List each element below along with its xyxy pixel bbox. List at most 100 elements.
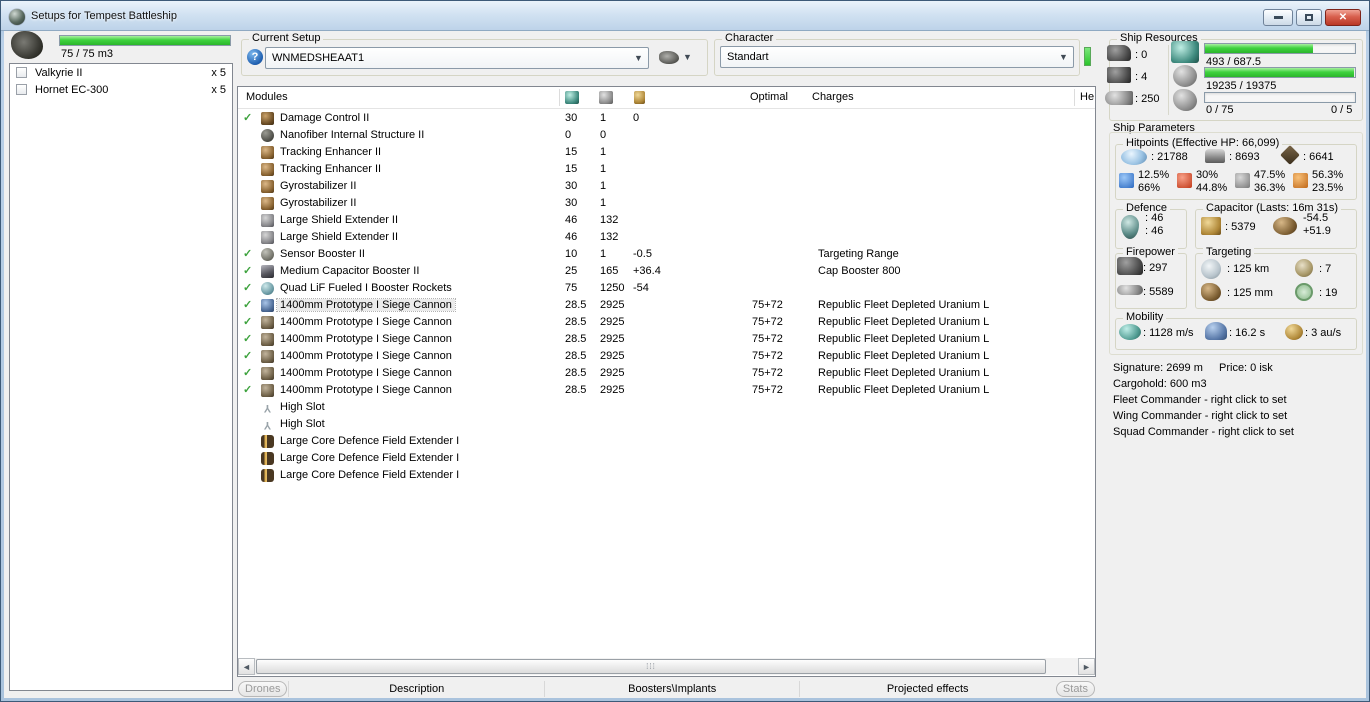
wing-commander-text[interactable]: Wing Commander - right click to set (1113, 410, 1287, 422)
align-time-icon (1205, 322, 1227, 340)
module-cpu-value: 15 (565, 163, 578, 175)
tab-boosters-implants[interactable]: Boosters\Implants (543, 680, 799, 697)
module-name: Medium Capacitor Booster II (280, 265, 420, 277)
module-row[interactable]: ✓ 1400mm Prototype I Siege Cannon 28.5 2925… (238, 348, 1095, 365)
max-targets-value: 7 (1319, 263, 1331, 275)
sensor-strength-icon (1295, 283, 1313, 301)
module-name: High Slot (280, 401, 325, 413)
current-setup-combobox[interactable]: WNMEDSHEAAT1 ▼ (265, 47, 649, 69)
module-charges-value: Republic Fleet Depleted Uranium L (818, 333, 990, 345)
horizontal-scrollbar[interactable]: ◄ ⁞⁞⁞ ► (238, 658, 1095, 675)
tracking-enhancer-icon (261, 146, 274, 159)
module-row[interactable]: Large Shield Extender II 46 132 (238, 212, 1095, 229)
module-row[interactable]: Large Shield Extender II 46 132 (238, 229, 1095, 246)
module-row[interactable]: Large Core Defence Field Extender I (238, 450, 1095, 467)
module-powergrid-value: 1 (600, 112, 607, 124)
module-row[interactable]: ✓ 1400mm Prototype I Siege Cannon 28.5 2925… (238, 314, 1095, 331)
setup-actions-button[interactable]: ▼ (659, 47, 701, 67)
module-charges-value: Republic Fleet Depleted Uranium L (818, 384, 990, 396)
module-row[interactable]: ✓ 1400mm Prototype I Siege Cannon 28.5 2925… (238, 331, 1095, 348)
chevron-down-icon[interactable]: ▼ (631, 50, 646, 66)
module-row[interactable]: ✓ Medium Capacitor Booster II 25 165 +36.4 Ca… (238, 263, 1095, 280)
drones-button[interactable]: Drones (238, 680, 288, 697)
module-powergrid-value: 1 (600, 248, 607, 260)
module-row[interactable]: ✓ Quad LiF Fueled I Booster Rockets 75 1250… (238, 280, 1095, 297)
siege-cannon-icon (261, 333, 274, 346)
drone-list: Valkyrie II x 5 Hornet EC-300 x 5 (9, 63, 233, 691)
kinetic-resist-shield: 47.5% (1254, 169, 1286, 181)
module-name: 1400mm Prototype I Siege Cannon (280, 316, 452, 328)
tab-description[interactable]: Description (288, 680, 543, 697)
module-row[interactable]: Large Core Defence Field Extender I (238, 433, 1095, 450)
module-row[interactable]: Gyrostabilizer II 30 1 (238, 178, 1095, 195)
dronebay-value: 0 / 75 (1206, 104, 1234, 116)
powergrid-value: 19235 / 19375 (1206, 80, 1277, 92)
drone-icon (1173, 89, 1197, 111)
chevron-down-icon[interactable]: ▼ (1056, 49, 1071, 65)
module-row[interactable]: ✓ 1400mm Prototype I Siege Cannon 28.5 2925… (238, 365, 1095, 382)
siege-cannon-icon (261, 350, 274, 363)
shield-extender-icon (261, 214, 274, 227)
module-optimal-value: 75+72 (752, 333, 783, 345)
fleet-commander-text[interactable]: Fleet Commander - right click to set (1113, 394, 1287, 406)
maximize-icon (1305, 14, 1313, 21)
modules-column-title: Modules (246, 91, 288, 103)
drone-checkbox[interactable] (16, 67, 27, 78)
help-icon[interactable]: ? (247, 49, 263, 65)
close-icon: ✕ (1338, 12, 1348, 23)
capacitor-drain: -54.5 (1303, 212, 1329, 224)
stats-button[interactable]: Stats (1055, 680, 1095, 697)
drone-list-item[interactable]: Hornet EC-300 x 5 (10, 81, 232, 98)
module-row[interactable]: Nanofiber Internal Structure II 0 0 (238, 127, 1095, 144)
module-cpu-value: 10 (565, 248, 578, 260)
module-row[interactable]: Gyrostabilizer II 30 1 (238, 195, 1095, 212)
mobility-title: Mobility (1123, 311, 1167, 323)
module-row[interactable]: ✓ 1400mm Prototype I Siege Cannon 28.5 2925… (238, 297, 1095, 314)
minimize-button[interactable] (1263, 9, 1293, 26)
drone-bay-bar-fill (60, 36, 230, 45)
module-powergrid-value: 165 (600, 265, 619, 277)
module-row[interactable]: Tracking Enhancer II 15 1 (238, 144, 1095, 161)
module-row[interactable]: ✓ 1400mm Prototype I Siege Cannon 28.5 2925… (238, 382, 1095, 399)
scan-resolution-value: 125 mm (1227, 287, 1273, 299)
maximize-button[interactable] (1296, 9, 1322, 26)
cap-booster-icon (261, 265, 274, 278)
drone-checkbox[interactable] (16, 84, 27, 95)
fitted-check-icon: ✓ (243, 282, 253, 294)
module-name: Quad LiF Fueled I Booster Rockets (280, 282, 452, 294)
firepower-volley-value: 5589 (1143, 286, 1173, 298)
fitted-check-icon: ✓ (243, 299, 253, 311)
scrollbar-thumb[interactable]: ⁞⁞⁞ (256, 659, 1046, 674)
rig-icon (261, 469, 274, 482)
module-name: High Slot (280, 418, 325, 430)
module-row[interactable]: High Slot (238, 416, 1095, 433)
character-combobox[interactable]: Standart ▼ (720, 46, 1074, 68)
scroll-left-button[interactable]: ◄ (238, 658, 255, 675)
module-row[interactable]: Tracking Enhancer II 15 1 (238, 161, 1095, 178)
title-bar: Setups for Tempest Battleship ✕ (1, 1, 1369, 31)
module-charges-value: Republic Fleet Depleted Uranium L (818, 367, 990, 379)
module-cpu-value: 28.5 (565, 299, 587, 311)
module-row[interactable]: ✓ Sensor Booster II 10 1 -0.5 Targeting Range (238, 246, 1095, 263)
charges-column-header: Charges (812, 91, 854, 103)
module-row[interactable]: ✓ Damage Control II 30 1 0 (238, 110, 1095, 127)
current-setup-value: WNMEDSHEAAT1 (272, 52, 365, 64)
module-name: Tracking Enhancer II (280, 163, 382, 175)
calibration-value: 250 (1135, 93, 1159, 105)
close-button[interactable]: ✕ (1325, 9, 1361, 26)
module-charges-value: Cap Booster 800 (818, 265, 901, 277)
scroll-right-button[interactable]: ► (1078, 658, 1095, 675)
drone-name: Valkyrie II (35, 66, 83, 79)
module-rows: ✓ Damage Control II 30 1 0 Nanofiber Internal… (238, 110, 1095, 656)
module-row[interactable]: High Slot (238, 399, 1095, 416)
module-row[interactable]: Large Core Defence Field Extender I (238, 467, 1095, 484)
module-optimal-value: 75+72 (752, 367, 783, 379)
tab-projected-effects[interactable]: Projected effects (799, 680, 1054, 697)
drone-list-item[interactable]: Valkyrie II x 5 (10, 64, 232, 81)
squad-commander-text[interactable]: Squad Commander - right click to set (1113, 426, 1294, 438)
drone-qty: x 5 (211, 66, 226, 79)
fitted-check-icon: ✓ (243, 367, 253, 379)
fitted-check-icon: ✓ (243, 350, 253, 362)
module-cpu-value: 46 (565, 231, 578, 243)
module-name: Large Core Defence Field Extender I (280, 435, 460, 447)
